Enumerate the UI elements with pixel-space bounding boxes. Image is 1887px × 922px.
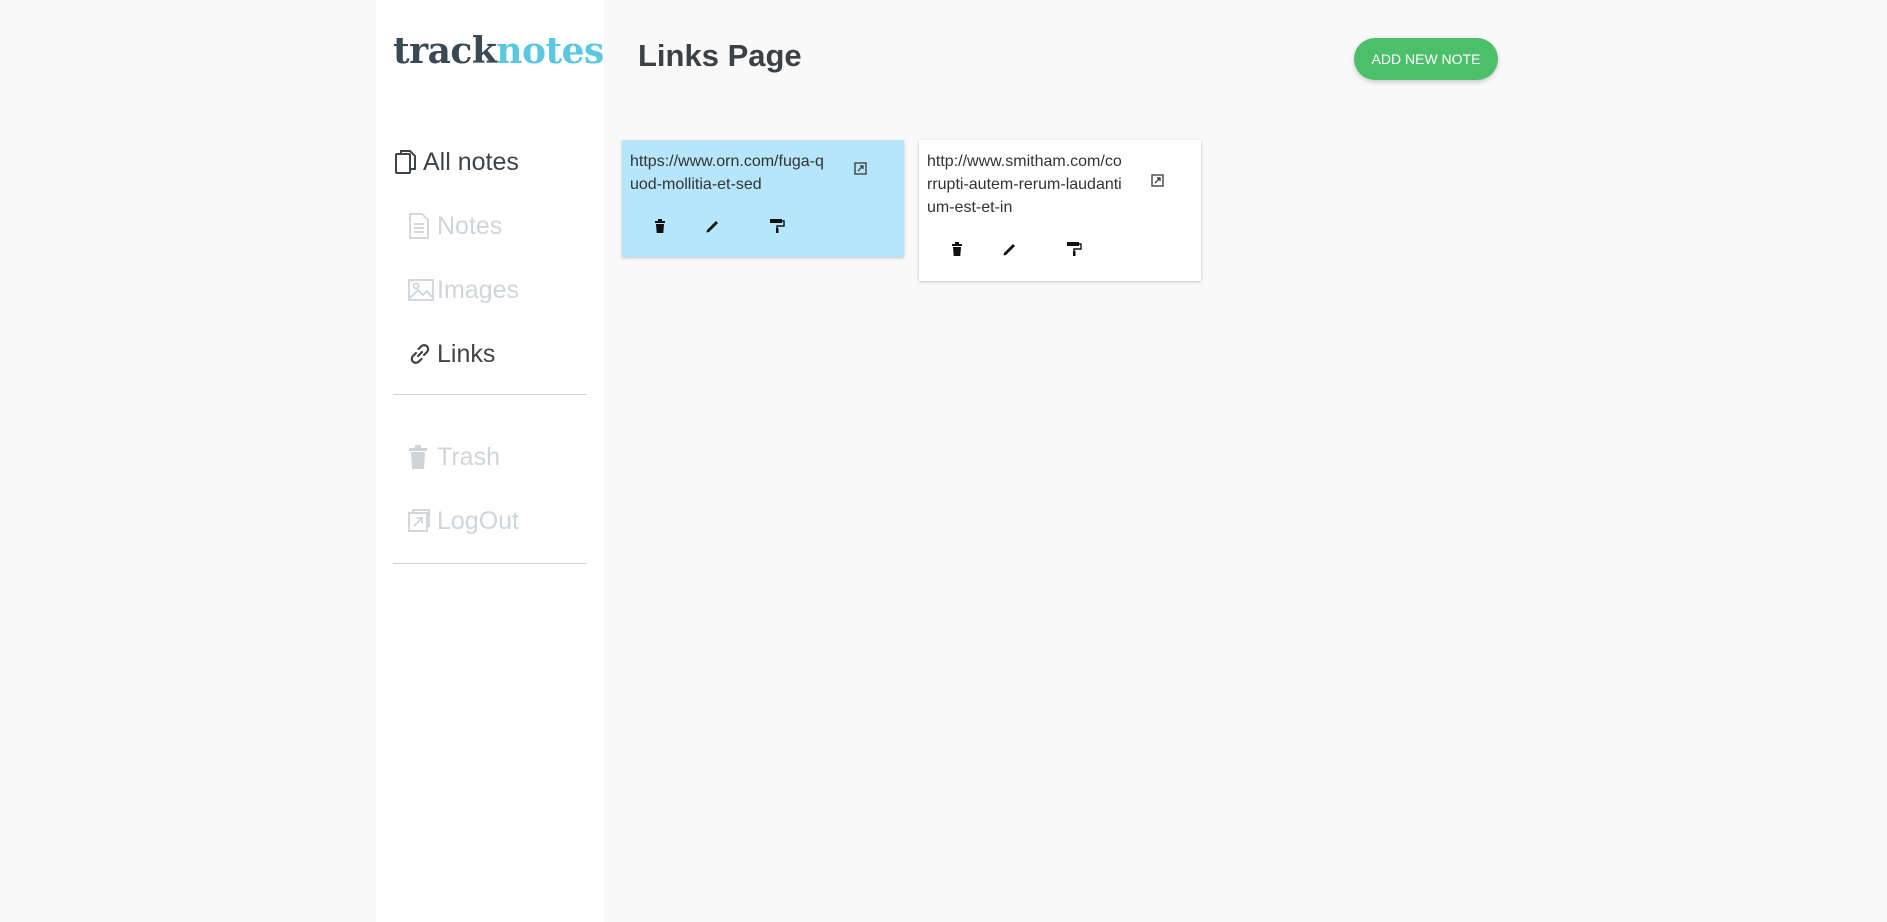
delete-icon[interactable] bbox=[949, 241, 967, 259]
sidebar-item-all-notes[interactable]: All notes bbox=[393, 140, 587, 184]
paint-roller-icon[interactable] bbox=[1065, 241, 1083, 259]
sidebar-item-label: Links bbox=[437, 339, 496, 368]
link-card-url[interactable]: http://www.smitham.com/corrupti-autem-re… bbox=[927, 150, 1127, 219]
paint-roller-icon[interactable] bbox=[768, 218, 786, 236]
external-link-icon bbox=[407, 506, 437, 536]
sidebar-item-links[interactable]: Links bbox=[393, 332, 587, 376]
link-card-actions bbox=[927, 241, 1193, 259]
link-card[interactable]: http://www.smitham.com/corrupti-autem-re… bbox=[919, 140, 1201, 281]
trash-icon bbox=[407, 442, 437, 472]
sidebar-item-trash[interactable]: Trash bbox=[393, 435, 587, 479]
link-card-actions bbox=[630, 218, 896, 236]
link-card[interactable]: https://www.orn.com/fuga-quod-mollitia-e… bbox=[622, 140, 904, 257]
open-link-icon[interactable] bbox=[1151, 173, 1167, 189]
sidebar-item-label: Notes bbox=[437, 211, 503, 240]
link-card-url[interactable]: https://www.orn.com/fuga-quod-mollitia-e… bbox=[630, 150, 830, 196]
edit-pencil-icon[interactable] bbox=[1002, 241, 1020, 259]
app-logo[interactable]: tracknotes bbox=[393, 30, 604, 72]
link-icon bbox=[407, 339, 437, 369]
delete-icon[interactable] bbox=[652, 218, 670, 236]
text-document-icon bbox=[407, 211, 437, 241]
add-new-note-button[interactable]: ADD NEW NOTE bbox=[1354, 38, 1498, 80]
sidebar-divider bbox=[393, 394, 587, 395]
sidebar-item-label: LogOut bbox=[437, 506, 520, 535]
sidebar-divider bbox=[393, 563, 587, 564]
sidebar-item-label: All notes bbox=[423, 147, 519, 176]
sidebar-nav: All notes Notes Images Links Trash LogOu… bbox=[393, 140, 587, 584]
image-icon bbox=[407, 275, 437, 305]
open-link-icon[interactable] bbox=[854, 161, 870, 177]
edit-pencil-icon[interactable] bbox=[705, 218, 723, 236]
sidebar-item-notes[interactable]: Notes bbox=[393, 204, 587, 248]
sidebar-item-logout[interactable]: LogOut bbox=[393, 499, 587, 543]
sidebar-item-label: Trash bbox=[437, 442, 500, 471]
sidebar: tracknotes All notes Notes Images Links … bbox=[376, 0, 604, 922]
sidebar-item-label: Images bbox=[437, 275, 519, 304]
sidebar-item-images[interactable]: Images bbox=[393, 268, 587, 312]
logo-text-track: track bbox=[393, 30, 497, 72]
page-title: Links Page bbox=[638, 38, 802, 73]
logo-text-notes: notes bbox=[496, 30, 604, 72]
documents-icon bbox=[393, 147, 423, 177]
